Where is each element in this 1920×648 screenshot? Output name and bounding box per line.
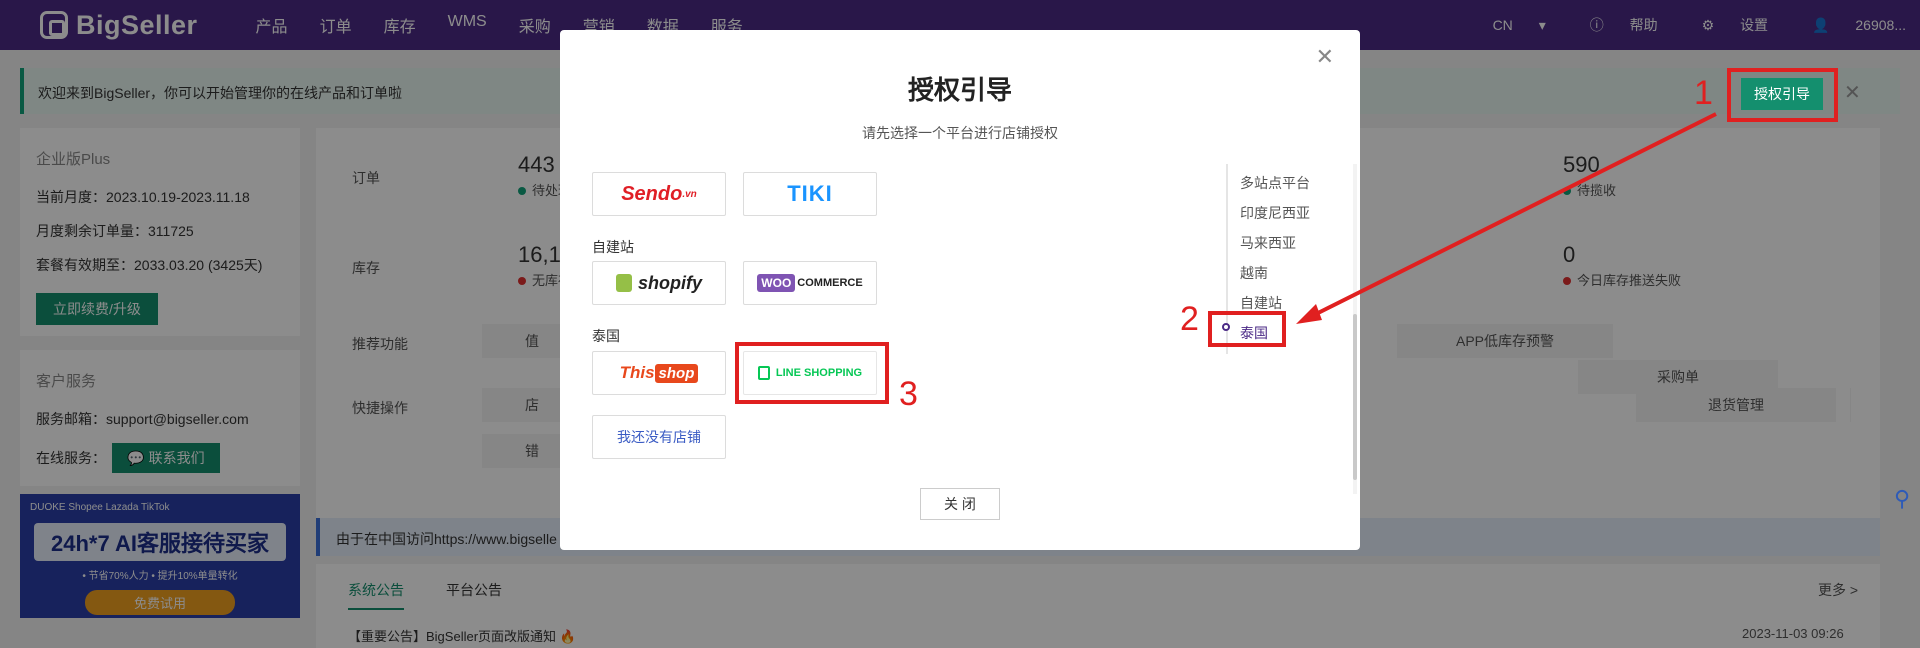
arrow-line [1303, 112, 1717, 322]
arrow-head [1296, 304, 1322, 324]
search-icon[interactable]: ⚲ [1894, 486, 1910, 512]
annotation-arrow [1296, 112, 1717, 324]
